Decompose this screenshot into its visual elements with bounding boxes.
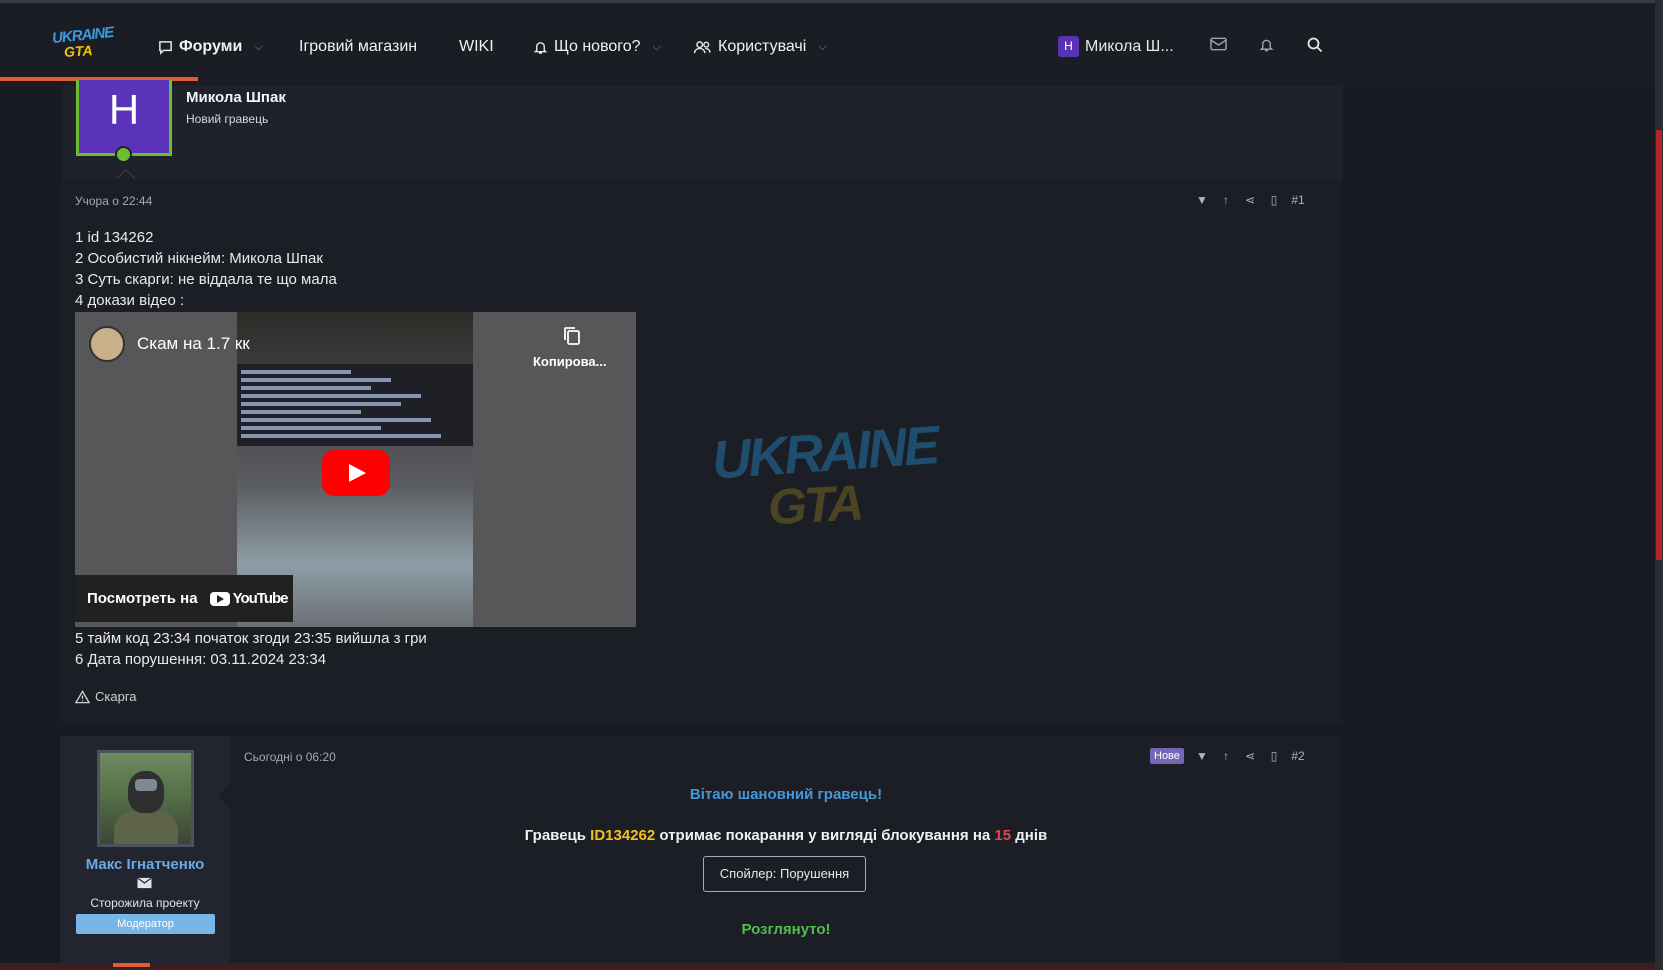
share-icon[interactable]: ⋖ — [1243, 749, 1257, 763]
search-icon[interactable] — [1307, 37, 1323, 58]
greeting-text: Вітаю шановний гравець! — [689, 786, 883, 803]
post1-number[interactable]: #1 — [1291, 193, 1305, 207]
copy-link-label[interactable]: Копирова... — [533, 354, 607, 369]
bell-icon — [533, 41, 548, 54]
alerts-bell-icon[interactable] — [1259, 37, 1274, 58]
inbox-icon[interactable] — [1210, 37, 1227, 56]
post2-username[interactable]: Макс Ігнатченко — [60, 856, 230, 873]
nav-whats-new[interactable]: Що нового? ⌵ — [533, 36, 661, 58]
new-badge: Нове — [1150, 748, 1184, 764]
post1-user-title: Новий гравець — [186, 112, 269, 126]
verdict-middle: отримає покарання у вигляді блокування н… — [655, 827, 995, 844]
youtube-play-icon — [209, 591, 230, 606]
top-navigation-bar: UKRAINE GTA Форуми ⌵ Ігровий магазин WIK… — [0, 0, 1663, 86]
scrollbar-thumb[interactable] — [1656, 130, 1662, 560]
arrow-up-icon[interactable]: ↑ — [1219, 749, 1233, 763]
report-label: Скарга — [95, 689, 137, 704]
moderator-badge: Модератор — [76, 914, 215, 934]
post1-actions: ▼ ↑ ⋖ ▯ #1 — [1195, 193, 1305, 207]
youtube-logo: YouTube — [209, 590, 289, 607]
watch-on-youtube-button[interactable]: Посмотреть на YouTube — [75, 575, 293, 622]
nav-whats-new-label: Що нового? — [554, 38, 641, 55]
post1-line-2: 2 Особистий нікнейм: Микола Шпак — [75, 250, 323, 267]
post1-line-5: 5 тайм код 23:34 початок згоди 23:35 вий… — [75, 630, 427, 647]
user-account-menu[interactable]: Н Микола Ш... — [1058, 36, 1174, 57]
chat-bubble-icon — [159, 40, 172, 55]
users-icon — [693, 40, 711, 53]
verdict-text: Гравець ID134262 отримає покарання у виг… — [230, 827, 1342, 844]
user-avatar: Н — [1058, 36, 1079, 57]
reaction-icon[interactable]: ▼ — [1195, 749, 1209, 763]
post2-user-title: Сторожила проекту — [90, 896, 200, 910]
envelope-icon[interactable] — [137, 877, 152, 889]
verdict-prefix: Гравець — [524, 827, 591, 844]
post2-date[interactable]: Сьогодні о 06:20 — [244, 750, 336, 764]
play-button[interactable] — [322, 450, 390, 496]
channel-avatar[interactable] — [89, 326, 125, 362]
chevron-down-icon[interactable]: ⌵ — [818, 41, 826, 54]
post1-line-3: 3 Суть скарги: не віддала те що мала — [75, 271, 337, 288]
user-account-name: Микола Ш... — [1085, 37, 1174, 55]
online-status-icon — [115, 146, 132, 163]
verdict-player-id: ID134262 — [590, 827, 656, 844]
share-icon[interactable]: ⋖ — [1243, 193, 1257, 207]
youtube-wordmark: YouTube — [232, 590, 289, 607]
post1-line-6: 6 Дата порушення: 03.11.2024 23:34 — [75, 651, 327, 668]
nav-shop-label: Ігровий магазин — [299, 38, 418, 55]
caret-up-icon — [116, 169, 136, 180]
nav-shop[interactable]: Ігровий магазин — [299, 36, 417, 58]
verdict-days: 15 — [994, 827, 1012, 844]
site-watermark: UKRAINE GTA — [708, 415, 968, 540]
video-chat-overlay — [237, 364, 473, 446]
post1-avatar[interactable]: Н — [76, 80, 172, 156]
nav-users-label: Користувачі — [718, 38, 807, 55]
reaction-icon[interactable]: ▼ — [1195, 193, 1209, 207]
video-title[interactable]: Скам на 1.7 кк — [137, 334, 250, 354]
page-scrollbar[interactable] — [1655, 0, 1663, 970]
site-logo[interactable]: UKRAINE GTA — [50, 24, 114, 63]
logo-text-line2: GTA — [63, 42, 94, 60]
bookmark-icon[interactable]: ▯ — [1267, 749, 1281, 763]
youtube-embed[interactable]: Скам на 1.7 кк Копирова... Посмотреть на… — [75, 312, 636, 627]
warning-icon — [75, 689, 90, 703]
status-reviewed: Розглянуто! — [741, 921, 831, 938]
post1-line-1: 1 id 134262 — [75, 229, 154, 246]
post2-actions: ▼ ↑ ⋖ ▯ #2 — [1195, 749, 1305, 763]
post1-line-4: 4 докази відео : — [75, 292, 185, 309]
chevron-down-icon[interactable]: ⌵ — [653, 41, 661, 54]
nav-forums[interactable]: Форуми ⌵ — [158, 36, 263, 58]
watch-on-label: Посмотреть на — [87, 590, 198, 607]
nav-forums-label: Форуми — [179, 38, 243, 55]
caret-left-icon — [218, 784, 230, 808]
bottom-strip — [0, 963, 1655, 970]
post2-number[interactable]: #2 — [1291, 749, 1305, 763]
chevron-down-icon[interactable]: ⌵ — [254, 41, 262, 54]
report-link[interactable]: Скарга — [75, 689, 137, 704]
post1-date[interactable]: Учора о 22:44 — [75, 194, 152, 208]
spoiler-button[interactable]: Спойлер: Порушення — [703, 856, 866, 892]
post1-username[interactable]: Микола Шпак — [186, 89, 286, 106]
watermark-line2: GTA — [766, 474, 863, 536]
copy-icon[interactable] — [563, 326, 581, 346]
nav-wiki-label: WIKI — [459, 38, 494, 55]
nav-users[interactable]: Користувачі ⌵ — [693, 36, 827, 58]
verdict-suffix: днів — [1011, 827, 1048, 844]
post2-avatar[interactable] — [97, 750, 194, 847]
arrow-up-icon[interactable]: ↑ — [1219, 193, 1233, 207]
nav-wiki[interactable]: WIKI — [459, 36, 494, 58]
bookmark-icon[interactable]: ▯ — [1267, 193, 1281, 207]
